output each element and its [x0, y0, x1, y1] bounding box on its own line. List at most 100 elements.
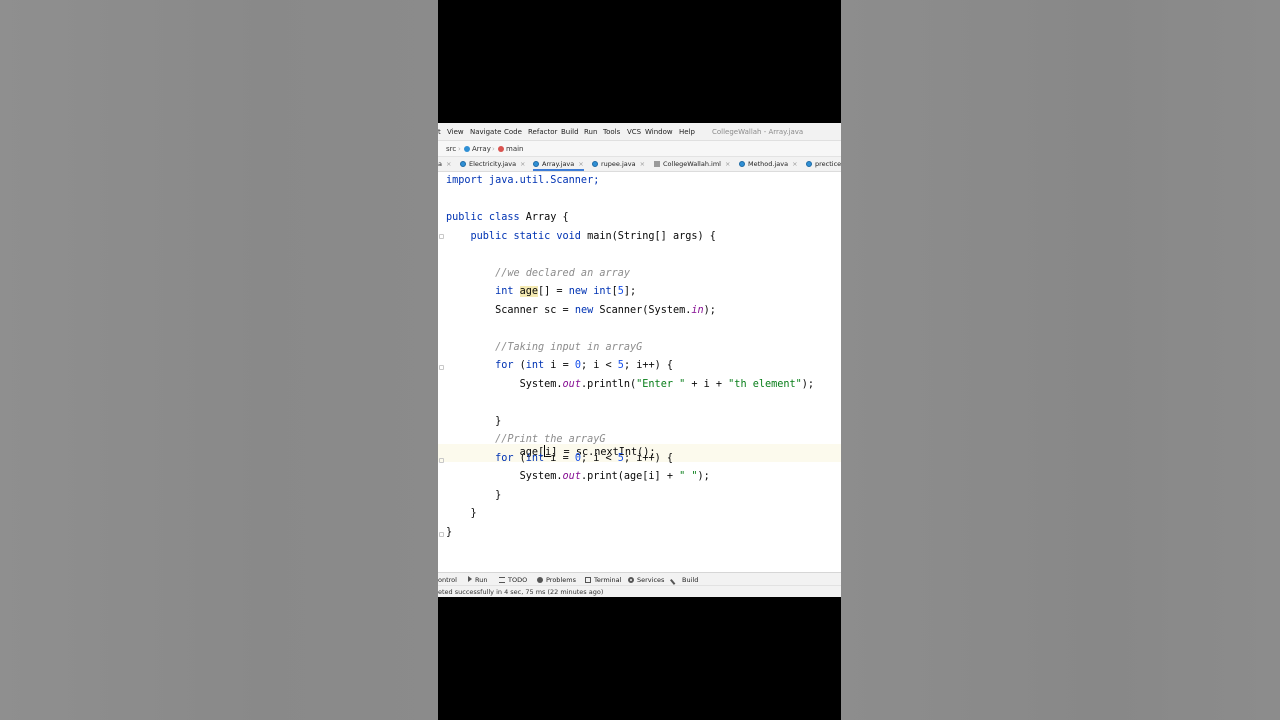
breadcrumb-method-label: main	[506, 145, 524, 153]
code-line-1: import java.util.Scanner;	[446, 172, 599, 190]
code-token: new int	[568, 286, 612, 297]
code-line-19: }	[446, 505, 477, 523]
code-token: int	[525, 360, 551, 371]
tab-label: Electricity.java	[469, 160, 517, 168]
menu-edit-partial[interactable]: t	[438, 128, 441, 136]
code-editor[interactable]: import java.util.Scanner; public class A…	[438, 172, 841, 572]
code-token: .println(	[580, 379, 637, 390]
problems-icon	[537, 577, 543, 583]
menu-navigate[interactable]: Navigate	[470, 128, 501, 136]
code-token: i =	[550, 453, 575, 464]
tab-array[interactable]: Array.java ×	[533, 157, 584, 171]
toolwindow-version-control[interactable]: ontrol	[438, 576, 457, 584]
status-bar: eted successfully in 4 sec, 75 ms (22 mi…	[438, 585, 841, 597]
menu-build[interactable]: Build	[561, 128, 579, 136]
blurred-background-left	[0, 0, 438, 720]
breadcrumb-class[interactable]: Array	[464, 145, 491, 153]
code-line-3: public class Array {	[446, 209, 569, 227]
fold-icon[interactable]	[439, 234, 444, 239]
toolwindow-services[interactable]: Services	[628, 576, 664, 584]
toolwindow-run[interactable]: Run	[468, 576, 487, 584]
toolwindow-build[interactable]: Build	[670, 575, 699, 585]
video-frame: t View Navigate Code Refactor Build Run …	[438, 0, 841, 720]
close-icon[interactable]: ×	[725, 160, 730, 168]
toolwindow-problems[interactable]: Problems	[537, 576, 576, 584]
code-token: Scanner(System.	[599, 305, 692, 316]
code-token: [] =	[538, 286, 569, 297]
close-icon[interactable]: ×	[578, 160, 583, 168]
java-file-icon	[592, 161, 598, 167]
code-comment: //Taking input in arrayG	[446, 342, 643, 353]
close-icon[interactable]: ×	[792, 160, 797, 168]
code-token: int	[446, 286, 520, 297]
toolwindow-todo[interactable]: TODO	[499, 576, 527, 584]
fold-icon[interactable]	[439, 458, 444, 463]
code-token: out	[562, 379, 581, 390]
menu-window[interactable]: Window	[645, 128, 673, 136]
java-file-icon	[460, 161, 466, 167]
menu-vcs[interactable]: VCS	[627, 128, 641, 136]
code-line-6: //we declared an array	[446, 265, 630, 283]
code-token: Scanner sc =	[446, 305, 575, 316]
code-token: );	[801, 379, 815, 390]
menu-tools[interactable]: Tools	[603, 128, 620, 136]
code-token: public class	[446, 212, 526, 223]
code-token: Array {	[525, 212, 569, 223]
breadcrumb-src[interactable]: src	[446, 145, 456, 153]
fold-icon[interactable]	[439, 532, 444, 537]
code-line-11: for (int i = 0; i < 5; i++) {	[446, 357, 673, 375]
tab-rupee[interactable]: rupee.java ×	[592, 157, 645, 171]
menu-run[interactable]: Run	[584, 128, 597, 136]
tab-method[interactable]: Method.java ×	[739, 157, 798, 171]
toolwindow-label: TODO	[508, 576, 528, 584]
toolwindow-label: Terminal	[594, 576, 622, 584]
toolwindow-label: Run	[475, 576, 488, 584]
menu-help[interactable]: Help	[679, 128, 695, 136]
code-line-10: //Taking input in arrayG	[446, 339, 642, 357]
code-line-4: public static void main(String[] args) {	[446, 228, 716, 246]
code-line-20: }	[446, 524, 452, 542]
code-line-17: System.out.print(age[i] + " ");	[446, 468, 710, 486]
tab-collegewallah-iml[interactable]: CollegeWallah.iml ×	[654, 157, 730, 171]
menu-bar: t View Navigate Code Refactor Build Run …	[438, 123, 841, 141]
breadcrumb-method[interactable]: main	[498, 145, 524, 153]
code-token: i =	[550, 360, 575, 371]
code-token: for	[446, 360, 520, 371]
tab-label: CollegeWallah.iml	[663, 160, 721, 168]
code-token: ; i++) {	[623, 453, 674, 464]
code-token: in	[691, 305, 704, 316]
menu-code[interactable]: Code	[504, 128, 522, 136]
fold-icon[interactable]	[439, 365, 444, 370]
tab-label: rupee.java	[601, 160, 636, 168]
toolwindow-label: Problems	[546, 576, 576, 584]
close-icon[interactable]: ×	[520, 160, 525, 168]
toolwindow-terminal[interactable]: Terminal	[585, 576, 621, 584]
code-line-7: int age[] = new int[5];	[446, 283, 636, 301]
code-line-16: for (int i = 0; i < 5; i++) {	[446, 450, 673, 468]
code-token: .print(age[i] +	[580, 471, 680, 482]
module-file-icon	[654, 161, 660, 167]
menu-view[interactable]: View	[447, 128, 464, 136]
editor-tabs: a × Electricity.java × Array.java × rupee.j…	[438, 157, 841, 172]
blurred-background-right	[841, 0, 1280, 720]
code-token: ; i <	[580, 360, 618, 371]
tab-partial[interactable]: a ×	[438, 157, 451, 171]
tab-precticec[interactable]: precticec	[806, 157, 841, 171]
code-token: System.	[446, 471, 563, 482]
tab-electricity[interactable]: Electricity.java ×	[460, 157, 526, 171]
tab-label: Array.java	[542, 160, 575, 168]
code-token: ];	[623, 286, 637, 297]
tool-window-bar: ontrol Run TODO Problems Terminal Servic…	[438, 572, 841, 586]
java-file-icon	[533, 161, 539, 167]
code-token: }	[446, 490, 502, 501]
tab-label: Method.java	[748, 160, 789, 168]
toolwindow-label: Build	[682, 576, 699, 584]
close-icon[interactable]: ×	[640, 160, 645, 168]
code-comment: //we declared an array	[446, 268, 631, 279]
tab-label: a	[438, 160, 442, 168]
menu-refactor[interactable]: Refactor	[528, 128, 557, 136]
close-icon[interactable]: ×	[446, 160, 451, 168]
java-file-icon	[806, 161, 812, 167]
code-string: "Enter "	[636, 379, 686, 390]
code-token: new	[574, 305, 600, 316]
